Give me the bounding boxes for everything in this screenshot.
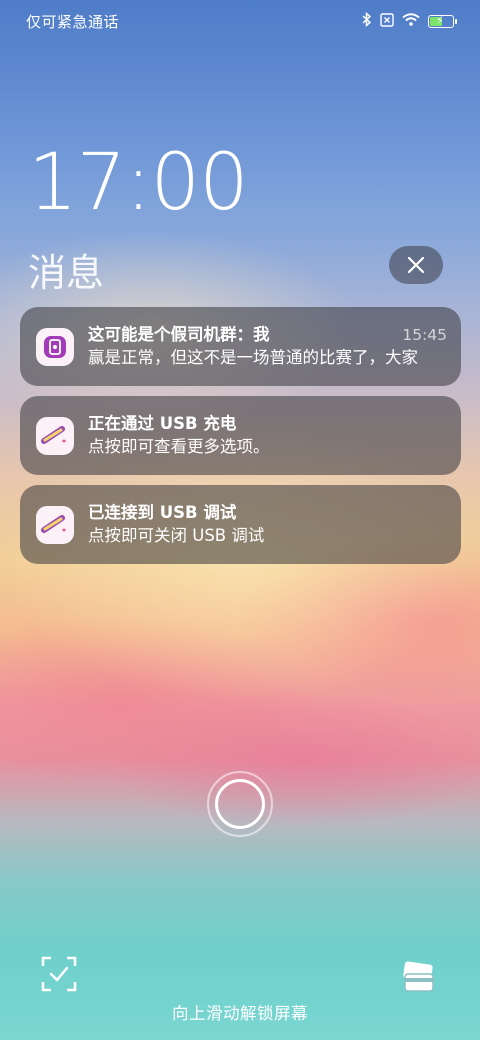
charging-bolt-icon: ⚡ (436, 13, 444, 27)
scan-icon[interactable] (40, 955, 78, 997)
notification-title: 已连接到 USB 调试 (88, 503, 237, 522)
notification-body: 赢是正常，但这不是一场普通的比赛了，大家 (88, 348, 418, 367)
notification-card[interactable]: 已连接到 USB 调试 点按即可关闭 USB 调试 (20, 485, 461, 564)
battery-charging-icon: ⚡ (428, 13, 457, 28)
notification-card[interactable]: 正在通过 USB 充电 点按即可查看更多选项。 (20, 396, 461, 475)
no-sim-icon (380, 12, 394, 30)
close-icon (407, 256, 425, 274)
notification-title: 正在通过 USB 充电 (88, 414, 237, 433)
bluetooth-icon (362, 11, 372, 30)
unlock-circle-icon (215, 779, 265, 829)
notification-body: 点按即可关闭 USB 调试 (88, 526, 265, 545)
notification-card[interactable]: 这可能是个假司机群：我 赢是正常，但这不是一场普通的比赛了，大家 15:45 (20, 307, 461, 386)
status-bar: 仅可紧急通话 ⚡ (0, 0, 480, 42)
usb-cable-icon (36, 505, 74, 544)
clear-notifications-button[interactable] (389, 246, 443, 284)
wifi-icon (402, 13, 420, 29)
notification-body: 点按即可查看更多选项。 (88, 437, 270, 456)
notifications-header-title: 消息 (28, 251, 105, 295)
usb-cable-icon (36, 416, 74, 455)
phone-app-icon (36, 327, 74, 366)
status-icons: ⚡ (362, 11, 457, 30)
notification-time: 15:45 (402, 326, 447, 344)
notification-title: 这可能是个假司机群：我 (88, 325, 270, 344)
unlock-hint: 向上滑动解锁屏幕 (172, 1004, 308, 1023)
carrier-text: 仅可紧急通话 (26, 12, 120, 31)
lock-clock: 17:00 (28, 138, 249, 228)
unlock-button[interactable] (207, 771, 273, 837)
cards-icon[interactable] (400, 960, 438, 998)
